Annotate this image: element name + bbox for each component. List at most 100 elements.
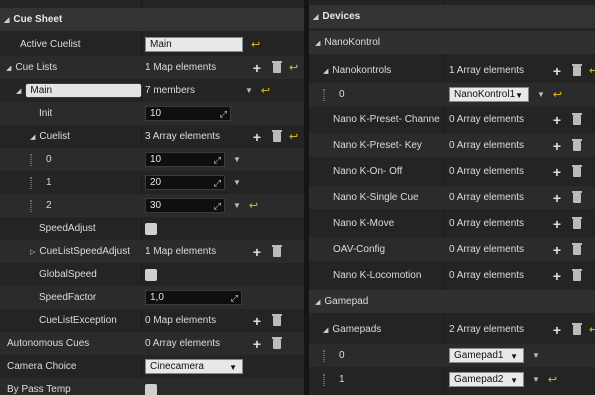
trash-icon[interactable] <box>572 216 582 229</box>
drag-handle-icon[interactable] <box>30 153 32 166</box>
gamepad-dropdown[interactable]: Gamepad1 ▼ <box>449 348 524 363</box>
speed-adjust-checkbox[interactable] <box>145 222 157 235</box>
nano-array-label: Nano K-Single Cue <box>333 192 419 203</box>
plus-icon[interactable]: + <box>550 63 564 79</box>
reset-arrow-icon[interactable]: ↩ <box>289 130 298 143</box>
reset-arrow-icon[interactable]: ↩ <box>289 61 298 74</box>
by-pass-temp-checkbox[interactable] <box>145 383 157 395</box>
plus-icon[interactable]: + <box>250 244 264 260</box>
triangle-right-icon[interactable]: ▷ <box>30 248 35 256</box>
trash-icon[interactable] <box>572 63 582 76</box>
triangle-down-icon[interactable]: ◢ <box>4 16 9 24</box>
triangle-down-icon[interactable]: ◢ <box>313 13 318 21</box>
triangle-down-icon[interactable]: ◢ <box>30 133 35 141</box>
cuelist-item-input[interactable]: 30 ⤢ <box>145 198 225 213</box>
cuelist-item-input[interactable]: 10 ⤢ <box>145 152 225 167</box>
reset-arrow-icon[interactable]: ↩ <box>251 38 260 51</box>
camera-choice-dropdown[interactable]: Cinecamera ▼ <box>145 359 243 374</box>
chevron-down-icon: ▼ <box>515 91 523 100</box>
cue-sheet-header[interactable]: ◢ Cue Sheet <box>0 8 304 31</box>
trash-icon[interactable] <box>572 112 582 125</box>
nano-array-count: 0 Array elements <box>449 166 525 177</box>
drag-handle-icon[interactable] <box>323 373 325 386</box>
triangle-down-icon[interactable]: ◢ <box>6 64 11 72</box>
plus-icon[interactable]: + <box>250 129 264 145</box>
trash-icon[interactable] <box>272 60 282 73</box>
active-cuelist-row: Active Cuelist Main ↩ <box>0 33 304 56</box>
drag-handle-icon[interactable] <box>323 349 325 362</box>
trash-icon[interactable] <box>572 242 582 255</box>
triangle-down-icon[interactable]: ◢ <box>315 39 320 47</box>
trash-icon[interactable] <box>272 313 282 326</box>
trash-icon[interactable] <box>572 138 582 151</box>
plus-icon[interactable]: + <box>550 322 564 338</box>
chevron-down-icon[interactable]: ▼ <box>233 178 241 187</box>
chevron-down-icon[interactable]: ▼ <box>532 375 540 384</box>
gamepad-dropdown[interactable]: Gamepad2 ▼ <box>449 372 524 387</box>
trash-icon[interactable] <box>272 129 282 142</box>
nanokontrols-label: Nanokontrols <box>332 65 392 76</box>
plus-icon[interactable]: + <box>250 336 264 352</box>
trash-icon[interactable] <box>272 336 282 349</box>
triangle-down-icon[interactable]: ◢ <box>16 87 21 95</box>
active-cuelist-input[interactable]: Main <box>145 37 243 52</box>
nanokontrols-count: 1 Array elements <box>449 65 525 76</box>
reset-arrow-icon[interactable]: ↩ <box>249 199 258 212</box>
resize-icon: ⤢ <box>219 109 227 119</box>
speed-adjust-row: SpeedAdjust <box>0 217 304 240</box>
plus-icon[interactable]: + <box>250 313 264 329</box>
main-map-row: ◢ Main 7 members ▼ ↩ <box>0 79 304 102</box>
trash-icon[interactable] <box>572 268 582 281</box>
main-key-input[interactable]: Main <box>25 83 143 98</box>
devices-header[interactable]: ◢ Devices <box>309 5 595 28</box>
triangle-down-icon[interactable]: ◢ <box>323 67 328 75</box>
global-speed-checkbox[interactable] <box>145 268 157 281</box>
cuelist-item-index: 0 <box>46 154 52 165</box>
plus-icon[interactable]: + <box>550 190 564 206</box>
nano-array-row: Nano K-Move 0 Array elements + <box>309 212 595 235</box>
init-input[interactable]: 10 ⤢ <box>145 106 231 121</box>
plus-icon[interactable]: + <box>550 268 564 284</box>
trash-icon[interactable] <box>572 190 582 203</box>
drag-handle-icon[interactable] <box>30 176 32 189</box>
autonomous-cues-row: Autonomous Cues 0 Array elements + <box>0 332 304 355</box>
gamepad-section[interactable]: ◢ Gamepad <box>309 290 595 313</box>
trash-icon[interactable] <box>572 164 582 177</box>
chevron-down-icon[interactable]: ▼ <box>537 90 545 99</box>
cue-sheet-title: Cue Sheet <box>13 14 63 25</box>
reset-arrow-icon[interactable]: ↩ <box>548 373 557 386</box>
chevron-down-icon[interactable]: ▼ <box>233 155 241 164</box>
nano-array-row: Nano K-Single Cue 0 Array elements + <box>309 186 595 209</box>
reset-arrow-icon[interactable]: ↩ <box>589 323 595 336</box>
cuelist-item-input[interactable]: 20 ⤢ <box>145 175 225 190</box>
plus-icon[interactable]: + <box>550 216 564 232</box>
resize-icon: ⤢ <box>213 155 221 165</box>
active-cuelist-label: Active Cuelist <box>20 39 81 50</box>
nanokontrol-section[interactable]: ◢ NanoKontrol <box>309 31 595 54</box>
chevron-down-icon[interactable]: ▼ <box>245 86 253 95</box>
trash-icon[interactable] <box>572 322 582 335</box>
plus-icon[interactable]: + <box>250 60 264 76</box>
plus-icon[interactable]: + <box>550 138 564 154</box>
chevron-down-icon[interactable]: ▼ <box>233 201 241 210</box>
drag-handle-icon[interactable] <box>323 88 325 101</box>
reset-arrow-icon[interactable]: ↩ <box>589 64 595 77</box>
plus-icon[interactable]: + <box>550 242 564 258</box>
triangle-down-icon[interactable]: ◢ <box>315 298 320 306</box>
reset-arrow-icon[interactable]: ↩ <box>553 88 562 101</box>
nanokontrol-item-row: 0 NanoKontrol1 ▼ ▼ ↩ <box>309 83 595 106</box>
trash-icon[interactable] <box>272 244 282 257</box>
reset-arrow-icon[interactable]: ↩ <box>261 84 270 97</box>
plus-icon[interactable]: + <box>550 164 564 180</box>
triangle-down-icon[interactable]: ◢ <box>323 326 328 334</box>
global-speed-row: GlobalSpeed <box>0 263 304 286</box>
global-speed-label: GlobalSpeed <box>39 269 97 280</box>
autonomous-cues-count: 0 Array elements <box>145 338 221 349</box>
drag-handle-icon[interactable] <box>30 199 32 212</box>
speed-factor-input[interactable]: 1,0 ⤢ <box>145 290 242 305</box>
nanokontrol-dropdown[interactable]: NanoKontrol1 ▼ <box>449 87 529 102</box>
nanokontrols-row: ◢ Nanokontrols 1 Array elements + ↩ <box>309 59 595 82</box>
chevron-down-icon[interactable]: ▼ <box>532 351 540 360</box>
plus-icon[interactable]: + <box>550 112 564 128</box>
cuelist-exception-row: CueListException 0 Map elements + <box>0 309 304 332</box>
